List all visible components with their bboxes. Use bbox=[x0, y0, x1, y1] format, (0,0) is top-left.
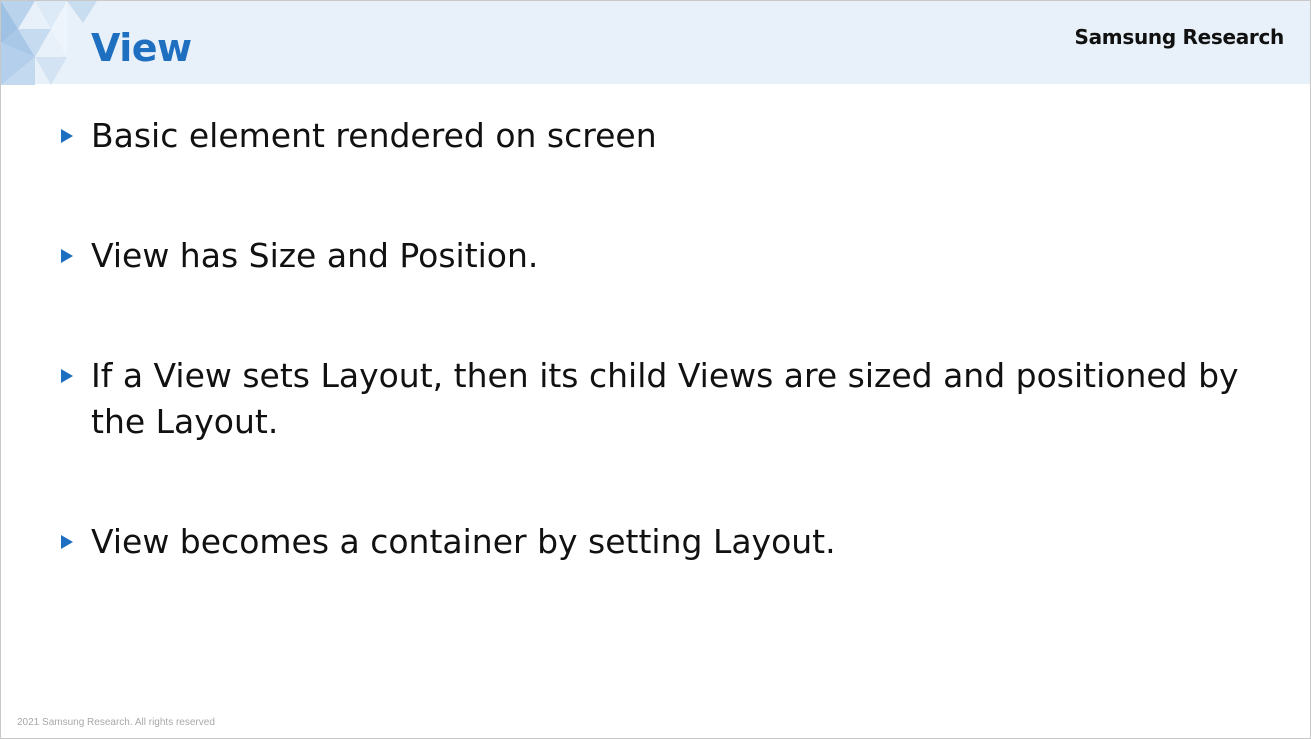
bullet-text: If a View sets Layout, then its child Vi… bbox=[91, 356, 1239, 441]
bullet-text: View has Size and Position. bbox=[91, 236, 539, 275]
slide: View Samsung Research Basic element rend… bbox=[0, 0, 1311, 739]
bullet-item: View becomes a container by setting Layo… bbox=[61, 519, 1261, 565]
bullet-list: Basic element rendered on screen View ha… bbox=[61, 113, 1261, 639]
triangle-right-icon bbox=[61, 369, 73, 383]
triangle-pattern-decoration bbox=[1, 1, 97, 85]
brand-logo-text: Samsung Research bbox=[1074, 25, 1285, 49]
bullet-text: Basic element rendered on screen bbox=[91, 116, 657, 155]
triangle-right-icon bbox=[61, 535, 73, 549]
triangle-right-icon bbox=[61, 249, 73, 263]
copyright-footer: 2021 Samsung Research. All rights reserv… bbox=[17, 717, 215, 728]
slide-header: View Samsung Research bbox=[1, 1, 1310, 85]
bullet-item: View has Size and Position. bbox=[61, 233, 1261, 279]
bullet-text: View becomes a container by setting Layo… bbox=[91, 522, 836, 561]
triangle-right-icon bbox=[61, 129, 73, 143]
slide-title: View bbox=[91, 26, 192, 70]
bullet-item: Basic element rendered on screen bbox=[61, 113, 1261, 159]
bullet-item: If a View sets Layout, then its child Vi… bbox=[61, 353, 1261, 445]
